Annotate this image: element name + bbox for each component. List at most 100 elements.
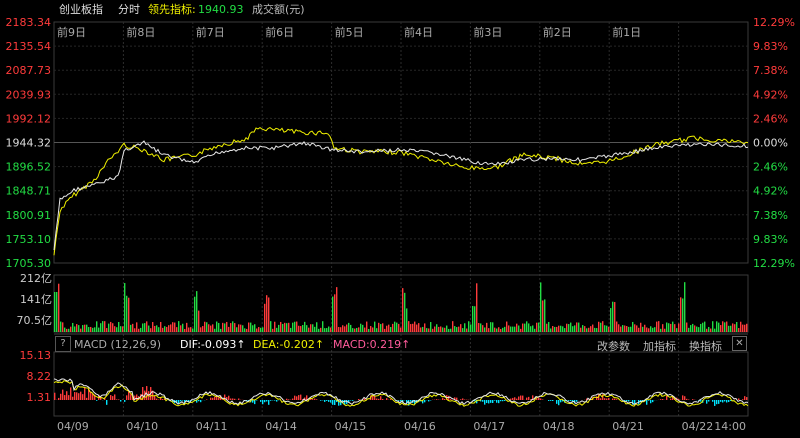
volume-bar <box>70 326 72 332</box>
macd-bar <box>616 399 618 400</box>
volume-bar <box>456 327 458 332</box>
macd-bar <box>560 400 562 403</box>
volume-bar <box>142 323 144 332</box>
volume-bar <box>586 328 588 332</box>
volume-bar <box>150 328 152 332</box>
macd-bar <box>70 387 72 400</box>
macd-bar <box>456 397 458 400</box>
volume-bar <box>530 326 532 332</box>
volume-bar <box>224 323 226 332</box>
volume-bar <box>480 323 482 332</box>
close-indicator-button[interactable]: ✕ <box>732 336 747 351</box>
volume-bar <box>484 327 486 332</box>
volume-bar <box>266 295 268 332</box>
volume-bar <box>302 324 304 332</box>
volume-bar <box>382 323 384 332</box>
volume-bar <box>634 324 636 332</box>
volume-bar <box>220 328 222 332</box>
macd-bar <box>386 398 388 400</box>
volume-bar <box>98 327 100 332</box>
volume-bar <box>336 287 338 332</box>
volume-bar <box>680 297 682 332</box>
volume-bar <box>392 323 394 332</box>
macd-bar <box>490 400 492 403</box>
volume-bar <box>448 328 450 332</box>
volume-bar <box>64 327 66 332</box>
volume-bar <box>180 325 182 332</box>
volume-bar <box>510 326 512 332</box>
macd-bar <box>376 398 378 400</box>
volume-bar <box>358 327 360 332</box>
add-indicator-button[interactable]: 加指标 <box>643 338 676 354</box>
macd-bar <box>612 398 614 400</box>
volume-tick-label: 141亿 <box>20 293 52 306</box>
macd-bar <box>80 391 82 400</box>
volume-bar <box>434 326 436 332</box>
volume-bar <box>666 322 668 332</box>
help-button[interactable]: ? <box>55 336 71 352</box>
macd-bar <box>84 387 86 400</box>
volume-bar <box>106 328 108 332</box>
volume-bar <box>450 328 452 332</box>
macd-bar <box>492 400 494 403</box>
macd-bar <box>550 400 552 401</box>
volume-bar <box>114 326 116 332</box>
volume-bar <box>714 328 716 332</box>
volume-bar <box>514 326 516 332</box>
volume-bar <box>282 323 284 332</box>
volume-bar <box>290 327 292 332</box>
volume-bar <box>228 326 230 332</box>
volume-bar <box>546 323 548 332</box>
macd-bar <box>686 398 688 400</box>
macd-bar <box>330 400 332 403</box>
volume-bar <box>588 327 590 332</box>
macd-bar <box>316 399 318 400</box>
volume-bar <box>292 322 294 332</box>
time-label: 14:00 <box>714 420 746 433</box>
volume-bar <box>638 327 640 332</box>
volume-bar <box>422 326 424 332</box>
percent-tick-label: 7.38% <box>753 209 788 222</box>
switch-indicator-button[interactable]: 换指标 <box>689 338 722 354</box>
volume-bar <box>594 327 596 332</box>
volume-bar <box>590 326 592 332</box>
volume-bar <box>402 288 404 332</box>
volume-bar <box>398 323 400 332</box>
macd-bar <box>60 393 62 400</box>
date-label: 04/16 <box>404 420 436 433</box>
date-label: 04/22 <box>682 420 714 433</box>
volume-bar <box>522 323 524 332</box>
macd-bar <box>358 399 360 400</box>
volume-bar <box>474 306 476 332</box>
volume-bar <box>250 322 252 332</box>
volume-bar <box>376 328 378 332</box>
volume-bar <box>400 327 402 332</box>
volume-bar <box>230 323 232 332</box>
volume-bar <box>432 328 434 332</box>
volume-bar <box>84 324 86 332</box>
macd-tick-label: 15.13 <box>20 349 52 362</box>
volume-bar <box>178 321 180 332</box>
volume-bar <box>116 327 118 332</box>
date-label: 04/17 <box>473 420 505 433</box>
volume-bar <box>246 328 248 332</box>
macd-bar <box>96 400 98 401</box>
volume-bar <box>718 322 720 332</box>
volume-bar <box>146 321 148 332</box>
macd-bar <box>214 396 216 400</box>
macd-bar <box>378 398 380 400</box>
macd-bar <box>496 400 498 403</box>
volume-bar <box>478 323 480 332</box>
macd-bar <box>568 400 570 401</box>
volume-bar <box>338 327 340 332</box>
edit-params-button[interactable]: 改参数 <box>597 338 630 354</box>
volume-bar <box>304 321 306 332</box>
macd-bar <box>576 400 578 402</box>
volume-bar <box>410 324 412 332</box>
volume-bar <box>320 327 322 332</box>
date-label: 04/10 <box>126 420 158 433</box>
percent-tick-label: 4.92% <box>753 88 788 101</box>
price-tick-label: 1992.12 <box>6 112 52 125</box>
date-label: 04/15 <box>335 420 367 433</box>
volume-bar <box>158 327 160 332</box>
